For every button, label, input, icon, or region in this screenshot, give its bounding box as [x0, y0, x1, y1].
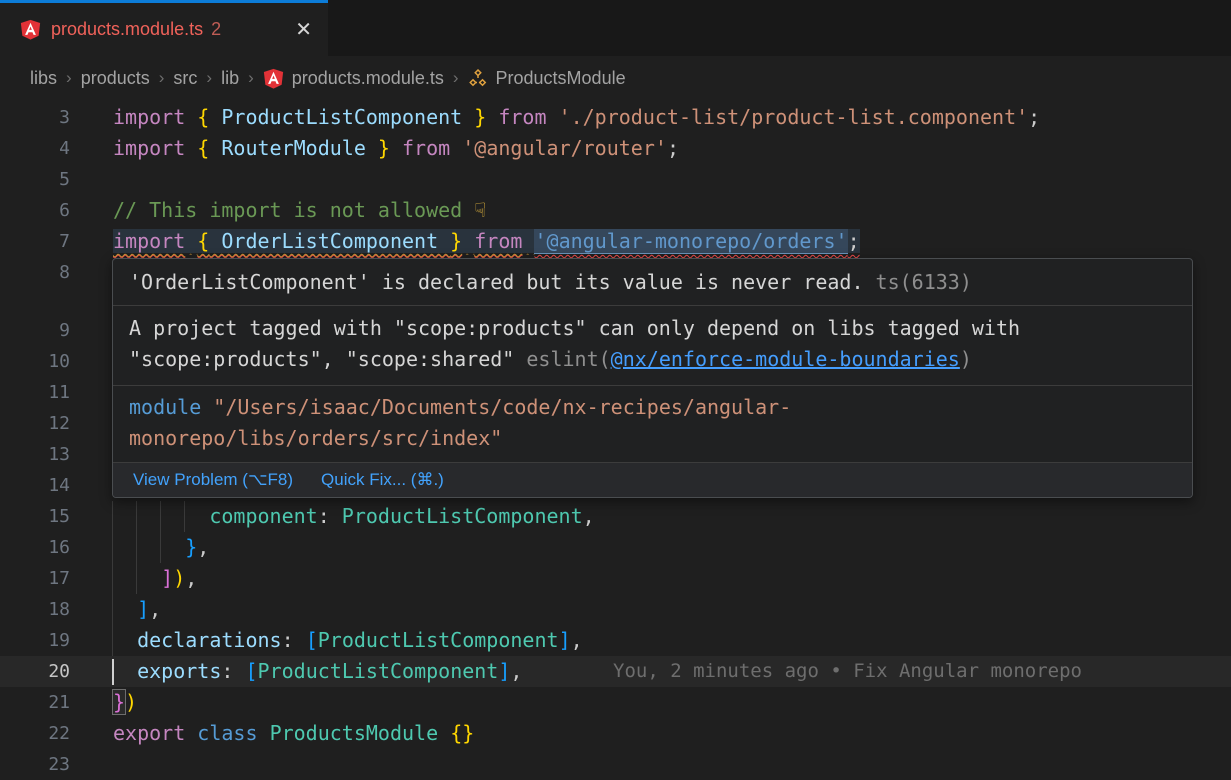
code-line-17[interactable]: 17 ]),: [0, 563, 1231, 594]
quick-fix-button[interactable]: Quick Fix... (⌘.): [321, 470, 444, 490]
hover-text-line: "scope:products", "scope:shared" eslint(…: [129, 344, 1192, 375]
line-number: 8: [0, 257, 70, 288]
indent-guide: [136, 532, 137, 563]
breadcrumb-label: libs: [30, 68, 57, 89]
line-number: 21: [0, 687, 70, 718]
eslint-rule-link[interactable]: @nx/enforce-module-boundaries: [611, 347, 960, 371]
breadcrumb-separator: ›: [453, 68, 459, 88]
indent-guide: [112, 563, 113, 594]
line-number: 18: [0, 594, 70, 625]
code-text: import { ProductListComponent } from './…: [113, 102, 1040, 133]
line-number: 7: [0, 226, 70, 257]
indent-guide: [136, 501, 137, 532]
hover-text-line: A project tagged with "scope:products" c…: [129, 313, 1192, 344]
breadcrumb-label: src: [173, 68, 197, 89]
code-line-3[interactable]: 3 import { ProductListComponent } from '.…: [0, 102, 1231, 133]
hover-section-1: 'OrderListComponent' is declared but its…: [113, 259, 1192, 306]
hover-section-2: A project tagged with "scope:products" c…: [113, 306, 1192, 386]
tab-bar: products.module.ts 2 ✕: [0, 0, 1231, 56]
line-number: 15: [0, 501, 70, 532]
line-number: 6: [0, 195, 70, 226]
hover-text-line: 'OrderListComponent' is declared but its…: [129, 267, 1192, 298]
breadcrumb-label: products.module.ts: [292, 68, 444, 89]
line-number: 11: [0, 377, 70, 408]
code-text: declarations: [ProductListComponent],: [113, 625, 583, 656]
code-text: import { OrderListComponent } from '@ang…: [113, 226, 860, 257]
tab-title: products.module.ts: [51, 19, 203, 40]
code-line-22[interactable]: 22 export class ProductsModule {}: [0, 718, 1231, 749]
indent-guide: [112, 594, 113, 625]
line-number: 14: [0, 470, 70, 501]
code-line-18[interactable]: 18 ],: [0, 594, 1231, 625]
code-text: component: ProductListComponent,: [113, 501, 595, 532]
breadcrumb-label: ProductsModule: [496, 68, 626, 89]
indent-guide: [160, 532, 161, 563]
line-number: 9: [0, 315, 70, 346]
breadcrumb-item-libs[interactable]: libs: [30, 68, 57, 89]
code-line-4[interactable]: 4 import { RouterModule } from '@angular/…: [0, 133, 1231, 164]
code-text: // This import is not allowed ☟: [113, 195, 486, 226]
breadcrumb-item-products.module.ts[interactable]: products.module.ts: [263, 68, 444, 89]
breadcrumb-item-src[interactable]: src: [173, 68, 197, 89]
indent-guide: [112, 501, 113, 532]
line-number: 5: [0, 164, 70, 195]
indent-guide: [112, 532, 113, 563]
line-number: 19: [0, 625, 70, 656]
text-cursor: [112, 659, 114, 685]
line-number: 20: [0, 656, 70, 687]
line-number: 3: [0, 102, 70, 133]
code-text: import { RouterModule } from '@angular/r…: [113, 133, 679, 164]
breadcrumb-label: products: [81, 68, 150, 89]
line-number: 10: [0, 346, 70, 377]
code-line-20[interactable]: 20 exports: [ProductListComponent], You, …: [0, 656, 1231, 687]
line-number: 23: [0, 749, 70, 780]
tab-dirty-count-badge: 2: [211, 19, 221, 40]
code-text: },: [113, 532, 209, 563]
hover-action-bar: View Problem (⌥F8) Quick Fix... (⌘.): [113, 463, 1192, 497]
indent-guide: [160, 501, 161, 532]
close-icon[interactable]: ✕: [291, 17, 316, 42]
indent-guide: [184, 501, 185, 532]
breadcrumb: libs › products › src › lib › products.module.ts…: [0, 56, 1231, 100]
indent-guide: [136, 563, 137, 594]
line-number: 12: [0, 408, 70, 439]
indent-guide: [112, 625, 113, 656]
code-line-19[interactable]: 19 declarations: [ProductListComponent],: [0, 625, 1231, 656]
view-problem-button[interactable]: View Problem (⌥F8): [133, 470, 293, 490]
breadcrumb-item-lib[interactable]: lib: [221, 68, 239, 89]
breadcrumb-separator: ›: [206, 68, 212, 88]
angular-icon: [20, 19, 41, 40]
breadcrumb-separator: ›: [159, 68, 165, 88]
angular-icon: [263, 68, 284, 89]
line-number: 16: [0, 532, 70, 563]
code-text: ]),: [113, 563, 197, 594]
code-line-16[interactable]: 16 },: [0, 532, 1231, 563]
code-line-5[interactable]: 5: [0, 164, 1231, 195]
hover-section-3: module "/Users/isaac/Documents/code/nx-r…: [113, 386, 1192, 463]
code-text: exports: [ProductListComponent],: [113, 656, 522, 687]
breadcrumb-label: lib: [221, 68, 239, 89]
breadcrumb-item-productsmodule[interactable]: ProductsModule: [468, 68, 626, 89]
line-number: 17: [0, 563, 70, 594]
line-number: 4: [0, 133, 70, 164]
breadcrumb-separator: ›: [66, 68, 72, 88]
code-text: ],: [113, 594, 161, 625]
tab-products-module[interactable]: products.module.ts 2 ✕: [0, 0, 328, 56]
code-line-7[interactable]: 7 import { OrderListComponent } from '@an…: [0, 226, 1231, 257]
line-number: 13: [0, 439, 70, 470]
code-text: }): [113, 687, 137, 718]
code-line-23[interactable]: 23: [0, 749, 1231, 780]
code-line-21[interactable]: 21}): [0, 687, 1231, 718]
git-blame-annotation: You, 2 minutes ago • Fix Angular monorep…: [613, 656, 1082, 687]
code-line-6[interactable]: 6 // This import is not allowed ☟: [0, 195, 1231, 226]
breadcrumb-item-products[interactable]: products: [81, 68, 150, 89]
breadcrumb-separator: ›: [248, 68, 254, 88]
error-hover-popup: 'OrderListComponent' is declared but its…: [112, 258, 1193, 498]
code-text: export class ProductsModule {}: [113, 718, 474, 749]
line-number: 22: [0, 718, 70, 749]
hover-text-line: monorepo/libs/orders/src/index": [129, 423, 1192, 454]
hover-text-line: module "/Users/isaac/Documents/code/nx-r…: [129, 392, 1192, 423]
angular-module-icon: [468, 68, 488, 88]
